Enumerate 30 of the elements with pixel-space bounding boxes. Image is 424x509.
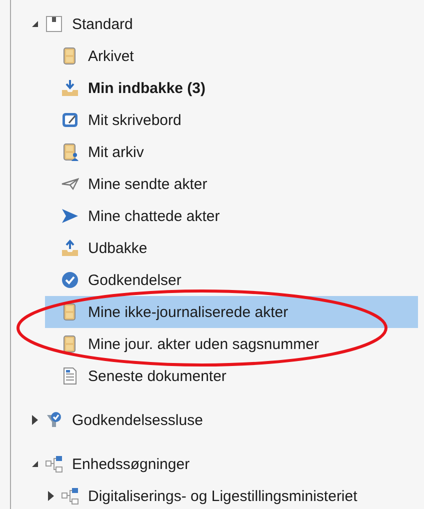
tree-item[interactable]: Godkendelser [45,264,418,296]
tree-item[interactable]: Godkendelsessluse [29,404,418,436]
tree-item[interactable]: Mine ikke-journaliserede akter [45,296,418,328]
tree-item[interactable]: Arkivet [45,40,418,72]
folder-icon [45,15,63,33]
desk-pad-icon [61,111,79,129]
hierarchy-icon [61,487,79,505]
tree-item[interactable]: Min indbakke (3) [45,72,418,104]
tree-item[interactable]: Mine chattede akter [45,200,418,232]
check-circle-icon [61,271,79,289]
send-arrow-icon [61,207,79,225]
tree-item[interactable]: Enhedssøgninger [29,448,418,480]
cabinet-person-icon [61,143,79,161]
tree-item[interactable]: Udbakke [45,232,418,264]
tree-item[interactable]: Mine sendte akter [45,168,418,200]
collapsed-arrow-icon[interactable] [48,491,54,501]
tree-item[interactable]: Standard [29,8,418,40]
tree-item[interactable]: Mine jour. akter uden sagsnummer [45,328,418,360]
expanded-arrow-icon[interactable] [31,20,39,28]
hierarchy-icon [45,455,63,473]
expanded-arrow-icon[interactable] [31,460,39,468]
document-icon [61,367,79,385]
tree-item[interactable]: Mit arkiv [45,136,418,168]
tree-item[interactable]: Mit skrivebord [45,104,418,136]
paper-plane-icon [61,175,79,193]
inbox-tray-icon [61,79,79,97]
collapsed-arrow-icon[interactable] [32,415,38,425]
outbox-tray-icon [61,239,79,257]
tree-item[interactable]: Seneste dokumenter [45,360,418,392]
tree-item[interactable]: Digitaliserings- og Ligestillingsministeriet [45,480,418,509]
